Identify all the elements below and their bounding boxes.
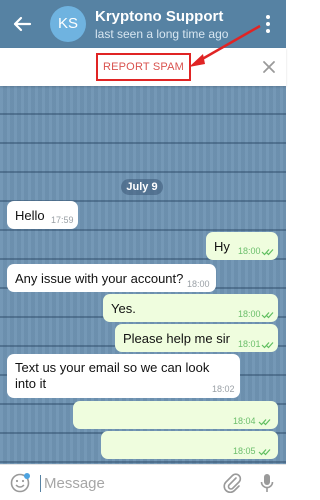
message-bubble-outgoing[interactable]: Hy 18:00 xyxy=(206,232,278,260)
message-text: Hy xyxy=(214,239,230,254)
message-time: 18:02 xyxy=(212,384,235,394)
message-time: 18:01 xyxy=(238,339,261,349)
message-text: Yes. xyxy=(111,301,136,316)
smiley-icon[interactable] xyxy=(9,472,31,494)
message-text: Hello xyxy=(15,208,45,223)
message-input[interactable] xyxy=(44,473,204,493)
message-time: 17:59 xyxy=(51,215,74,225)
message-time: 18:05 xyxy=(233,446,256,456)
message-bubble-outgoing[interactable]: Please help me sir 18:01 xyxy=(115,324,278,352)
message-time: 18:00 xyxy=(238,309,261,319)
message-composer xyxy=(0,464,286,500)
message-time: 18:04 xyxy=(233,416,256,426)
message-bubble-incoming[interactable]: Any issue with your account? 18:00 xyxy=(7,264,216,292)
read-check-icon xyxy=(261,249,274,256)
date-separator: July 9 xyxy=(121,179,163,195)
text-cursor xyxy=(40,475,41,492)
message-time: 18:00 xyxy=(187,279,210,289)
message-bubble-outgoing[interactable]: 18:04 xyxy=(73,401,278,429)
message-text: Text us your email so we can look into i… xyxy=(15,360,210,391)
message-bubble-outgoing[interactable]: Yes. 18:00 xyxy=(103,294,278,322)
report-spam-button[interactable]: REPORT SPAM xyxy=(96,53,191,81)
avatar[interactable]: KS xyxy=(50,6,86,42)
message-time: 18:00 xyxy=(238,246,261,256)
message-text: Any issue with your account? xyxy=(15,271,184,286)
back-arrow-icon[interactable] xyxy=(8,10,36,38)
message-bubble-incoming[interactable]: Hello 17:59 xyxy=(7,201,78,229)
message-bubble-outgoing[interactable]: 18:05 xyxy=(101,431,278,459)
message-bubble-incoming[interactable]: Text us your email so we can look into i… xyxy=(7,354,240,398)
annotation-arrow xyxy=(189,24,261,67)
message-text: Please help me sir xyxy=(123,331,230,346)
chat-header: KS Kryptono Support last seen a long tim… xyxy=(0,0,286,67)
microphone-icon[interactable] xyxy=(259,472,275,494)
read-check-icon xyxy=(261,342,274,349)
read-check-icon xyxy=(261,312,274,319)
read-check-icon xyxy=(258,449,271,456)
chat-area[interactable]: July 9 Hello 17:59 Hy 18:00 Any issue wi… xyxy=(0,86,286,464)
read-check-icon xyxy=(258,419,271,426)
paperclip-icon[interactable] xyxy=(222,472,242,494)
